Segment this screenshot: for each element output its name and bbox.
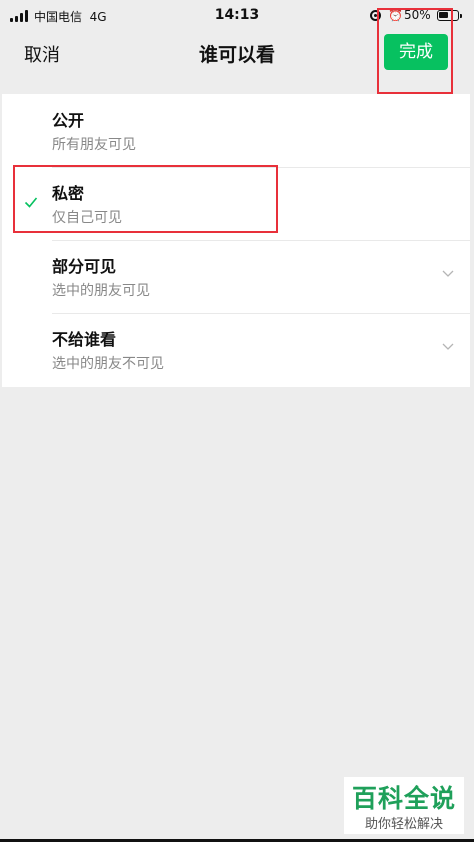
option-public[interactable]: 公开 所有朋友可见 (2, 94, 470, 167)
option-subtitle: 选中的朋友不可见 (52, 356, 164, 372)
visibility-options-list: 公开 所有朋友可见 私密 仅自己可见 部分可见 选中的朋友可见 不给谁看 选中的… (2, 94, 470, 387)
option-partial[interactable]: 部分可见 选中的朋友可见 (2, 240, 470, 313)
chevron-down-icon (442, 343, 454, 350)
chevron-down-icon (442, 270, 454, 277)
option-title: 部分可见 (52, 257, 117, 276)
watermark-logo: 百科全说 助你轻松解决 (344, 777, 464, 834)
option-title: 不给谁看 (52, 330, 117, 349)
option-subtitle: 所有朋友可见 (52, 137, 136, 153)
watermark-subtitle: 助你轻松解决 (364, 817, 443, 832)
watermark-title: 百科全说 (351, 784, 456, 813)
highlight-box-done (377, 8, 453, 94)
highlight-box-private (13, 165, 278, 233)
option-title: 公开 (52, 111, 85, 130)
option-subtitle: 选中的朋友可见 (52, 283, 150, 299)
option-exclude[interactable]: 不给谁看 选中的朋友不可见 (2, 313, 470, 386)
